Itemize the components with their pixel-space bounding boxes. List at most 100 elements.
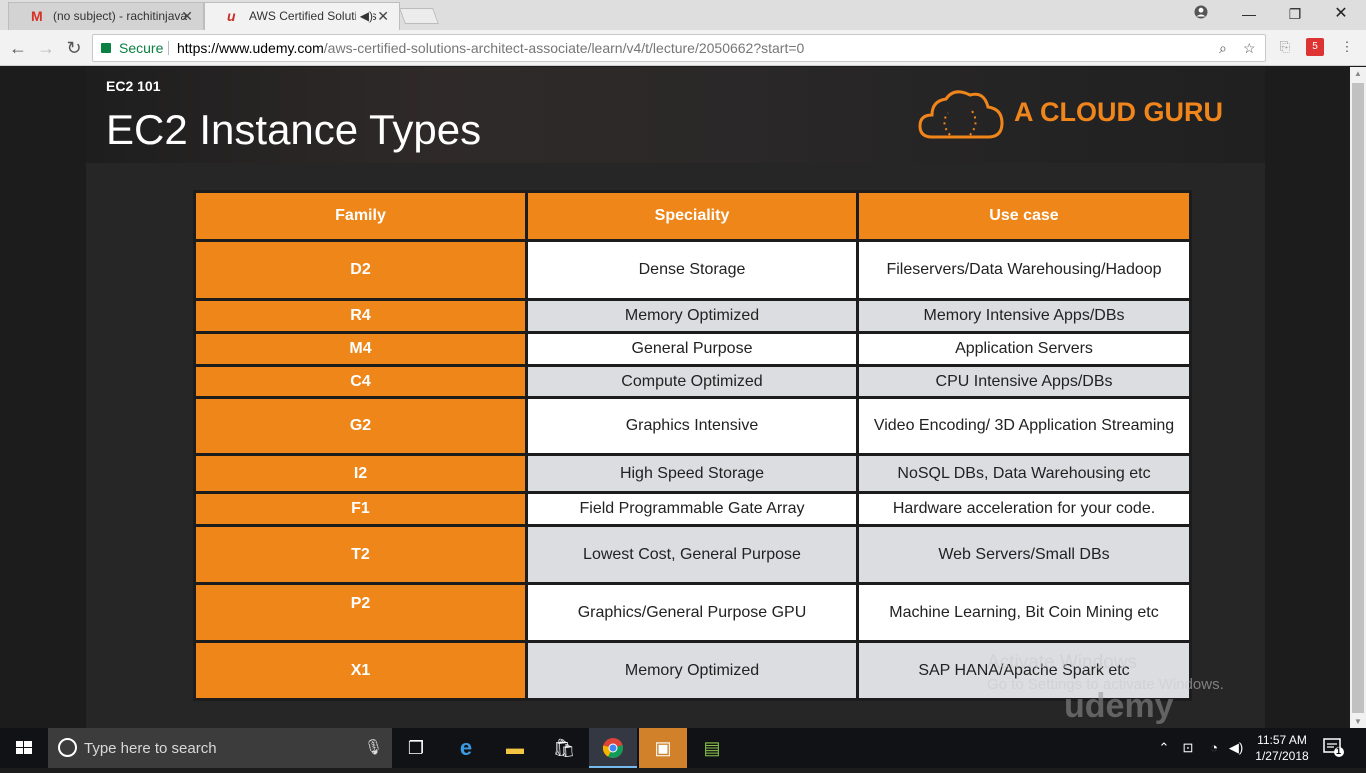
audio-icon[interactable]: ◀) <box>355 3 373 29</box>
use-case-cell: Video Encoding/ 3D Application Streaming <box>856 396 1192 456</box>
screen-recorder-icon[interactable]: ▣ <box>639 728 687 768</box>
table-row: F1 Field Programmable Gate Array Hardwar… <box>193 491 1192 527</box>
watermark-line1: Activate Windows <box>987 652 1137 673</box>
use-case-cell: Fileservers/Data Warehousing/Hadoop <box>856 239 1192 301</box>
tab-gmail[interactable]: M (no subject) - rachitinjava ✕ <box>8 2 204 30</box>
tab-udemy[interactable]: u AWS Certified Solutions ✕ ◀) <box>204 2 400 30</box>
new-tab-button[interactable] <box>399 8 439 24</box>
table-row: C4 Compute Optimized CPU Intensive Apps/… <box>193 364 1192 399</box>
scrollbar-thumb[interactable] <box>1352 83 1364 713</box>
store-icon[interactable]: 🛍 <box>540 728 588 768</box>
tab-title: (no subject) - rachitinjava <box>53 9 188 23</box>
cortana-icon <box>58 738 77 757</box>
instance-types-table: Family Speciality Use case D2 Dense Stor… <box>193 190 1192 701</box>
system-clock[interactable]: 11:57 AM 1/27/2018 <box>1250 732 1314 764</box>
restore-button[interactable]: ❐ <box>1272 0 1318 30</box>
address-bar[interactable]: Secure https://www.udemy.com/aws-certifi… <box>92 34 1266 62</box>
bookmark-star-icon[interactable]: ☆ <box>1243 35 1256 61</box>
family-cell: T2 <box>193 524 528 585</box>
edge-icon[interactable]: e <box>442 728 490 768</box>
file-explorer-icon[interactable]: ▬ <box>491 728 539 768</box>
udemy-icon: u <box>227 8 236 24</box>
use-case-cell: Machine Learning, Bit Coin Mining etc <box>856 582 1192 643</box>
extension-icon[interactable]: 5 <box>1306 38 1324 56</box>
task-view-icon[interactable]: ❐ <box>392 728 440 768</box>
back-button[interactable]: ← <box>6 36 30 60</box>
slide-kicker: EC2 101 <box>106 78 161 94</box>
volume-icon[interactable]: ◀) <box>1226 728 1246 768</box>
column-header-use-case: Use case <box>856 190 1192 242</box>
table-row: M4 General Purpose Application Servers <box>193 331 1192 367</box>
show-hidden-icons-icon[interactable]: ⌃ <box>1156 728 1172 768</box>
microphone-icon[interactable]: 🎙 <box>364 738 383 756</box>
use-case-cell: Application Servers <box>856 331 1192 367</box>
family-cell: F1 <box>193 491 528 527</box>
browser-toolbar: ← → ↻ Secure https://www.udemy.com/aws-c… <box>0 30 1366 66</box>
forward-button[interactable]: → <box>34 36 58 60</box>
task-manager-icon[interactable]: ▤ <box>688 728 736 768</box>
table-row: I2 High Speed Storage NoSQL DBs, Data Wa… <box>193 453 1192 494</box>
gmail-icon: M <box>31 8 43 24</box>
use-case-cell: Web Servers/Small DBs <box>856 524 1192 585</box>
cloud-icon <box>918 90 1004 139</box>
extension-badge: 5 <box>1312 41 1318 52</box>
family-cell: M4 <box>193 331 528 367</box>
reload-button[interactable]: ↻ <box>62 36 86 60</box>
security-label: Secure <box>119 40 164 56</box>
scroll-up-icon[interactable]: ▲ <box>1354 69 1362 78</box>
table-row: P2 Graphics/General Purpose GPU Machine … <box>193 582 1192 643</box>
speciality-cell: Lowest Cost, General Purpose <box>525 524 859 585</box>
taskbar-search-box[interactable]: Type here to search 🎙 <box>48 728 392 768</box>
clock-time: 11:57 AM <box>1257 733 1307 747</box>
speciality-cell: General Purpose <box>525 331 859 367</box>
table-row: R4 Memory Optimized Memory Intensive App… <box>193 298 1192 334</box>
url-path: /aws-certified-solutions-architect-assoc… <box>323 40 805 56</box>
scroll-down-icon[interactable]: ▼ <box>1354 717 1362 726</box>
close-tab-icon[interactable]: ✕ <box>181 3 193 29</box>
notification-count: 1 <box>1336 746 1342 756</box>
use-case-cell: NoSQL DBs, Data Warehousing etc <box>856 453 1192 494</box>
slide-title: EC2 Instance Types <box>106 106 482 153</box>
pdf-extension-icon[interactable]: ⎘ <box>1276 38 1294 56</box>
close-window-button[interactable]: ✕ <box>1318 0 1364 30</box>
zoom-icon[interactable]: ⌕ <box>1219 35 1227 61</box>
speciality-cell: Field Programmable Gate Array <box>525 491 859 527</box>
table-row: D2 Dense Storage Fileservers/Data Wareho… <box>193 239 1192 301</box>
speciality-cell: Graphics Intensive <box>525 396 859 456</box>
family-cell: D2 <box>193 239 528 301</box>
page-scrollbar[interactable]: ▲ ▼ <box>1350 67 1366 728</box>
close-tab-icon[interactable]: ✕ <box>377 3 389 29</box>
lock-icon <box>101 43 111 53</box>
column-header-family: Family <box>193 190 528 242</box>
url-text[interactable]: https://www.udemy.com/aws-certified-solu… <box>177 35 804 61</box>
speciality-cell: Compute Optimized <box>525 364 859 399</box>
udemy-watermark: udemy <box>1064 687 1174 725</box>
network-status-icon[interactable]: ⊡ <box>1178 728 1198 768</box>
search-placeholder: Type here to search <box>84 740 217 757</box>
slide-header: EC2 101 EC2 Instance Types A CLOUD GURU <box>86 67 1265 163</box>
speciality-cell: Memory Optimized <box>525 298 859 334</box>
family-cell: I2 <box>193 453 528 494</box>
start-button[interactable] <box>0 728 48 768</box>
url-domain: https://www.udemy.com <box>177 40 324 56</box>
use-case-cell: Hardware acceleration for your code. <box>856 491 1192 527</box>
menu-icon[interactable]: ⋮ <box>1338 38 1356 56</box>
brand-name: A CLOUD GURU <box>1014 97 1223 127</box>
family-cell: R4 <box>193 298 528 334</box>
chrome-icon[interactable] <box>589 728 637 768</box>
family-cell: G2 <box>193 396 528 456</box>
windows-taskbar: Type here to search 🎙 ❐ e ▬ 🛍 ▣ ▤ ⌃ ⊡ ◔ … <box>0 728 1366 768</box>
table-row: G2 Graphics Intensive Video Encoding/ 3D… <box>193 396 1192 456</box>
minimize-button[interactable]: — <box>1226 0 1272 30</box>
divider <box>168 41 169 55</box>
family-cell: C4 <box>193 364 528 399</box>
clock-date: 1/27/2018 <box>1255 749 1309 763</box>
wifi-icon[interactable]: ◔ <box>1204 728 1224 768</box>
profile-icon[interactable] <box>1178 0 1224 30</box>
page-content: EC2 101 EC2 Instance Types A CLOUD GURU … <box>0 67 1350 728</box>
speciality-cell: Memory Optimized <box>525 640 859 701</box>
table-header-row: Family Speciality Use case <box>193 190 1192 242</box>
family-cell: P2 <box>193 582 528 643</box>
notification-center-icon[interactable]: 1 <box>1322 736 1344 758</box>
browser-tab-strip: M (no subject) - rachitinjava ✕ u AWS Ce… <box>0 0 1366 30</box>
